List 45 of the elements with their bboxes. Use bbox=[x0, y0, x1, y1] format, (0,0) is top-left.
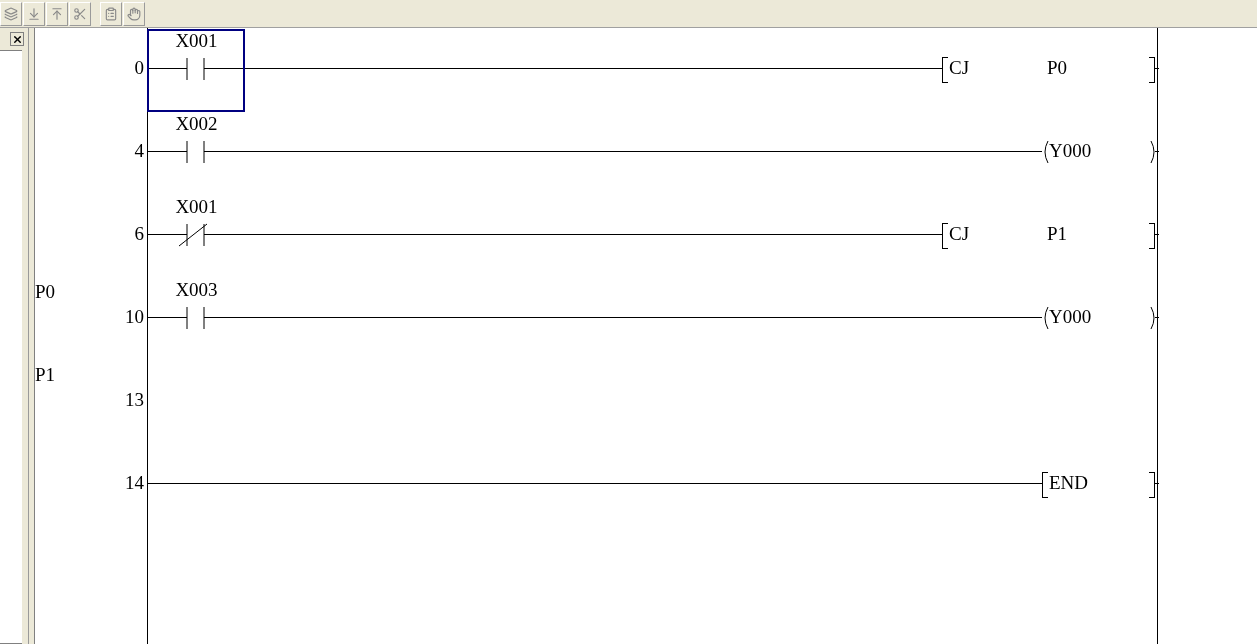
open-bracket bbox=[942, 57, 948, 83]
close-bracket bbox=[1149, 472, 1155, 498]
step-number: 0 bbox=[134, 57, 144, 79]
close-icon bbox=[11, 33, 23, 45]
pointer-label: P1 bbox=[35, 364, 56, 386]
step-number: 10 bbox=[125, 306, 144, 328]
toolbar-button[interactable] bbox=[100, 1, 122, 26]
instruction-operand: P0 bbox=[1047, 57, 1068, 79]
close-paren bbox=[1150, 140, 1157, 164]
open-bracket bbox=[1042, 472, 1048, 498]
step-number: 4 bbox=[134, 140, 144, 162]
close-bracket bbox=[1149, 57, 1155, 83]
open-bracket bbox=[942, 223, 948, 249]
coil-device: Y000 bbox=[1049, 306, 1092, 328]
wire-line bbox=[148, 68, 187, 69]
coil-device: Y000 bbox=[1049, 140, 1092, 162]
toolbar-button[interactable] bbox=[123, 1, 145, 26]
instruction-name: CJ bbox=[949, 57, 970, 79]
device-label: X001 bbox=[174, 196, 219, 218]
device-label: X003 bbox=[174, 279, 219, 301]
close-paren bbox=[1150, 306, 1157, 330]
up-arrow-icon bbox=[50, 6, 64, 21]
toolbar-button[interactable] bbox=[23, 1, 45, 26]
instruction-name: END bbox=[1049, 472, 1089, 494]
close-button[interactable] bbox=[10, 32, 24, 46]
down-arrow-icon bbox=[27, 6, 41, 21]
step-number: 13 bbox=[125, 389, 144, 411]
toolbar-button[interactable] bbox=[69, 1, 91, 26]
open-paren bbox=[1042, 140, 1049, 164]
toolbar-button[interactable] bbox=[46, 1, 68, 26]
close-bracket bbox=[1149, 223, 1155, 249]
hand-icon bbox=[127, 6, 141, 21]
pointer-label: P0 bbox=[35, 281, 56, 303]
clipboard-icon bbox=[104, 6, 118, 21]
step-number: 6 bbox=[134, 223, 144, 245]
scissors-icon bbox=[73, 6, 87, 21]
layers-icon bbox=[4, 6, 18, 21]
toolbar-button[interactable] bbox=[0, 1, 22, 26]
device-label: X001 bbox=[174, 30, 219, 52]
step-number: 14 bbox=[125, 472, 144, 494]
open-paren bbox=[1042, 306, 1049, 330]
instruction-name: CJ bbox=[949, 223, 970, 245]
nc-contact-icon bbox=[178, 223, 208, 247]
instruction-operand: P1 bbox=[1047, 223, 1068, 245]
device-label: X002 bbox=[174, 113, 219, 135]
